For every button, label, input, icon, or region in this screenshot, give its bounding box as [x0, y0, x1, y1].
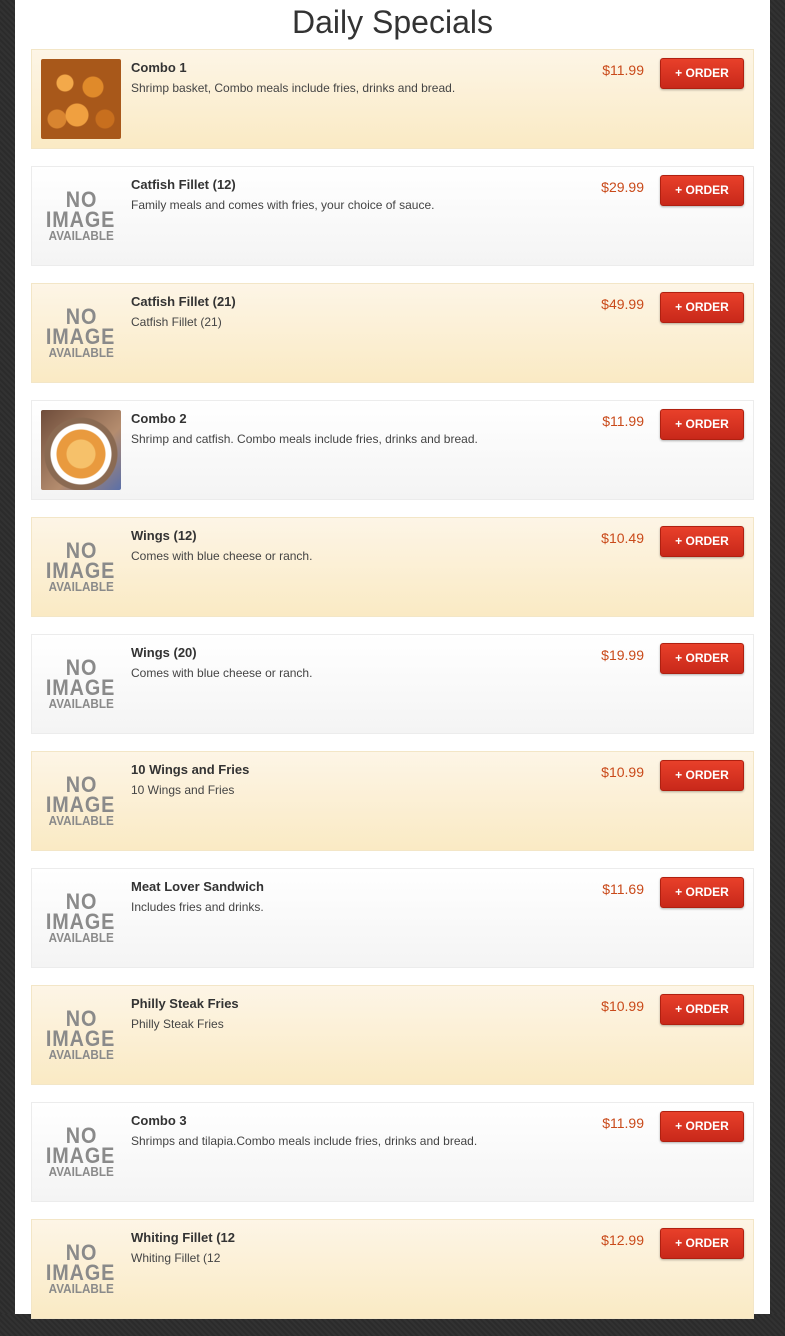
- no-image-placeholder: NO IMAGE AVAILABLE: [41, 644, 121, 724]
- order-button[interactable]: + ORDER: [660, 526, 744, 557]
- item-name: 10 Wings and Fries: [131, 762, 250, 777]
- no-image-text: AVAILABLE: [48, 345, 114, 361]
- order-button[interactable]: + ORDER: [660, 292, 744, 323]
- item-name: Catfish Fillet (12): [131, 177, 236, 192]
- no-image-text: AVAILABLE: [48, 1281, 114, 1297]
- item-price: $11.69: [602, 881, 644, 897]
- item-description: Comes with blue cheese or ranch.: [131, 666, 313, 680]
- no-image-text: AVAILABLE: [48, 1047, 114, 1063]
- menu-item: NO IMAGE AVAILABLE Wings (12) Comes with blu…: [31, 517, 754, 617]
- item-name: Meat Lover Sandwich: [131, 879, 264, 894]
- order-button[interactable]: + ORDER: [660, 175, 744, 206]
- item-description: Shrimp and catfish. Combo meals include …: [131, 432, 478, 446]
- menu-item: Combo 2 Shrimp and catfish. Combo meals i…: [31, 400, 754, 500]
- no-image-text: AVAILABLE: [48, 228, 114, 244]
- item-description: Catfish Fillet (21): [131, 315, 222, 329]
- item-name: Combo 3: [131, 1113, 187, 1128]
- menu-item: NO IMAGE AVAILABLE Wings (20) Comes with blu…: [31, 634, 754, 734]
- no-image-text: IMAGE: [46, 908, 116, 934]
- item-description: 10 Wings and Fries: [131, 783, 235, 797]
- menu-item: NO IMAGE AVAILABLE Catfish Fillet (21) Catfi…: [31, 283, 754, 383]
- item-price: $49.99: [601, 296, 644, 312]
- no-image-placeholder: NO IMAGE AVAILABLE: [41, 1112, 121, 1192]
- no-image-text: AVAILABLE: [48, 813, 114, 829]
- order-button[interactable]: + ORDER: [660, 760, 744, 791]
- no-image-text: IMAGE: [46, 323, 116, 349]
- menu-item: Combo 1 Shrimp basket, Combo meals includ…: [31, 49, 754, 149]
- order-button[interactable]: + ORDER: [660, 409, 744, 440]
- menu-item: NO IMAGE AVAILABLE 10 Wings and Fries 10 Win…: [31, 751, 754, 851]
- item-name: Philly Steak Fries: [131, 996, 239, 1011]
- item-description: Comes with blue cheese or ranch.: [131, 549, 313, 563]
- no-image-text: IMAGE: [46, 206, 116, 232]
- order-button[interactable]: + ORDER: [660, 58, 744, 89]
- no-image-text: AVAILABLE: [48, 1164, 114, 1180]
- order-button[interactable]: + ORDER: [660, 643, 744, 674]
- no-image-placeholder: NO IMAGE AVAILABLE: [41, 995, 121, 1075]
- no-image-text: IMAGE: [46, 1259, 116, 1285]
- item-price: $10.99: [601, 998, 644, 1014]
- item-price: $12.99: [601, 1232, 644, 1248]
- item-description: Philly Steak Fries: [131, 1017, 224, 1031]
- menu-item: NO IMAGE AVAILABLE Philly Steak Fries Philly…: [31, 985, 754, 1085]
- order-button[interactable]: + ORDER: [660, 994, 744, 1025]
- menu-panel: Daily Specials Combo 1 Shrimp basket, Com…: [15, 0, 770, 1319]
- item-price: $11.99: [602, 413, 644, 429]
- no-image-placeholder: NO IMAGE AVAILABLE: [41, 878, 121, 958]
- item-name: Catfish Fillet (21): [131, 294, 236, 309]
- item-name: Whiting Fillet (12: [131, 1230, 235, 1245]
- item-name: Combo 2: [131, 411, 187, 426]
- item-name: Combo 1: [131, 60, 187, 75]
- no-image-text: IMAGE: [46, 557, 116, 583]
- food-photo: [41, 410, 121, 490]
- no-image-text: AVAILABLE: [48, 579, 114, 595]
- item-description: Shrimp basket, Combo meals include fries…: [131, 81, 456, 95]
- no-image-placeholder: NO IMAGE AVAILABLE: [41, 527, 121, 607]
- food-photo: [41, 59, 121, 139]
- item-name: Wings (20): [131, 645, 197, 660]
- menu-item: NO IMAGE AVAILABLE Catfish Fillet (12) Famil…: [31, 166, 754, 266]
- no-image-text: IMAGE: [46, 1025, 116, 1051]
- item-price: $10.49: [601, 530, 644, 546]
- no-image-text: AVAILABLE: [48, 696, 114, 712]
- item-price: $11.99: [602, 1115, 644, 1131]
- page-title: Daily Specials: [292, 4, 493, 40]
- item-price: $29.99: [601, 179, 644, 195]
- menu-item: NO IMAGE AVAILABLE Meat Lover Sandwich Inclu…: [31, 868, 754, 968]
- no-image-text: IMAGE: [46, 791, 116, 817]
- no-image-text: AVAILABLE: [48, 930, 114, 946]
- menu-item: NO IMAGE AVAILABLE Whiting Fillet (12 Whitin…: [31, 1219, 754, 1319]
- order-button[interactable]: + ORDER: [660, 877, 744, 908]
- item-name: Wings (12): [131, 528, 197, 543]
- menu-list: Combo 1 Shrimp basket, Combo meals includ…: [31, 49, 754, 1336]
- no-image-placeholder: NO IMAGE AVAILABLE: [41, 761, 121, 841]
- item-price: $10.99: [601, 764, 644, 780]
- order-button[interactable]: + ORDER: [660, 1228, 744, 1259]
- order-button[interactable]: + ORDER: [660, 1111, 744, 1142]
- item-price: $11.99: [602, 62, 644, 78]
- no-image-text: IMAGE: [46, 1142, 116, 1168]
- item-description: Whiting Fillet (12: [131, 1251, 221, 1265]
- menu-item: NO IMAGE AVAILABLE Combo 3 Shrimps and tilap…: [31, 1102, 754, 1202]
- no-image-placeholder: NO IMAGE AVAILABLE: [41, 176, 121, 256]
- item-price: $19.99: [601, 647, 644, 663]
- item-description: Includes fries and drinks.: [131, 900, 264, 914]
- item-description: Shrimps and tilapia.Combo meals include …: [131, 1134, 478, 1148]
- no-image-placeholder: NO IMAGE AVAILABLE: [41, 1229, 121, 1309]
- item-description: Family meals and comes with fries, your …: [131, 198, 435, 212]
- no-image-text: IMAGE: [46, 674, 116, 700]
- no-image-placeholder: NO IMAGE AVAILABLE: [41, 293, 121, 373]
